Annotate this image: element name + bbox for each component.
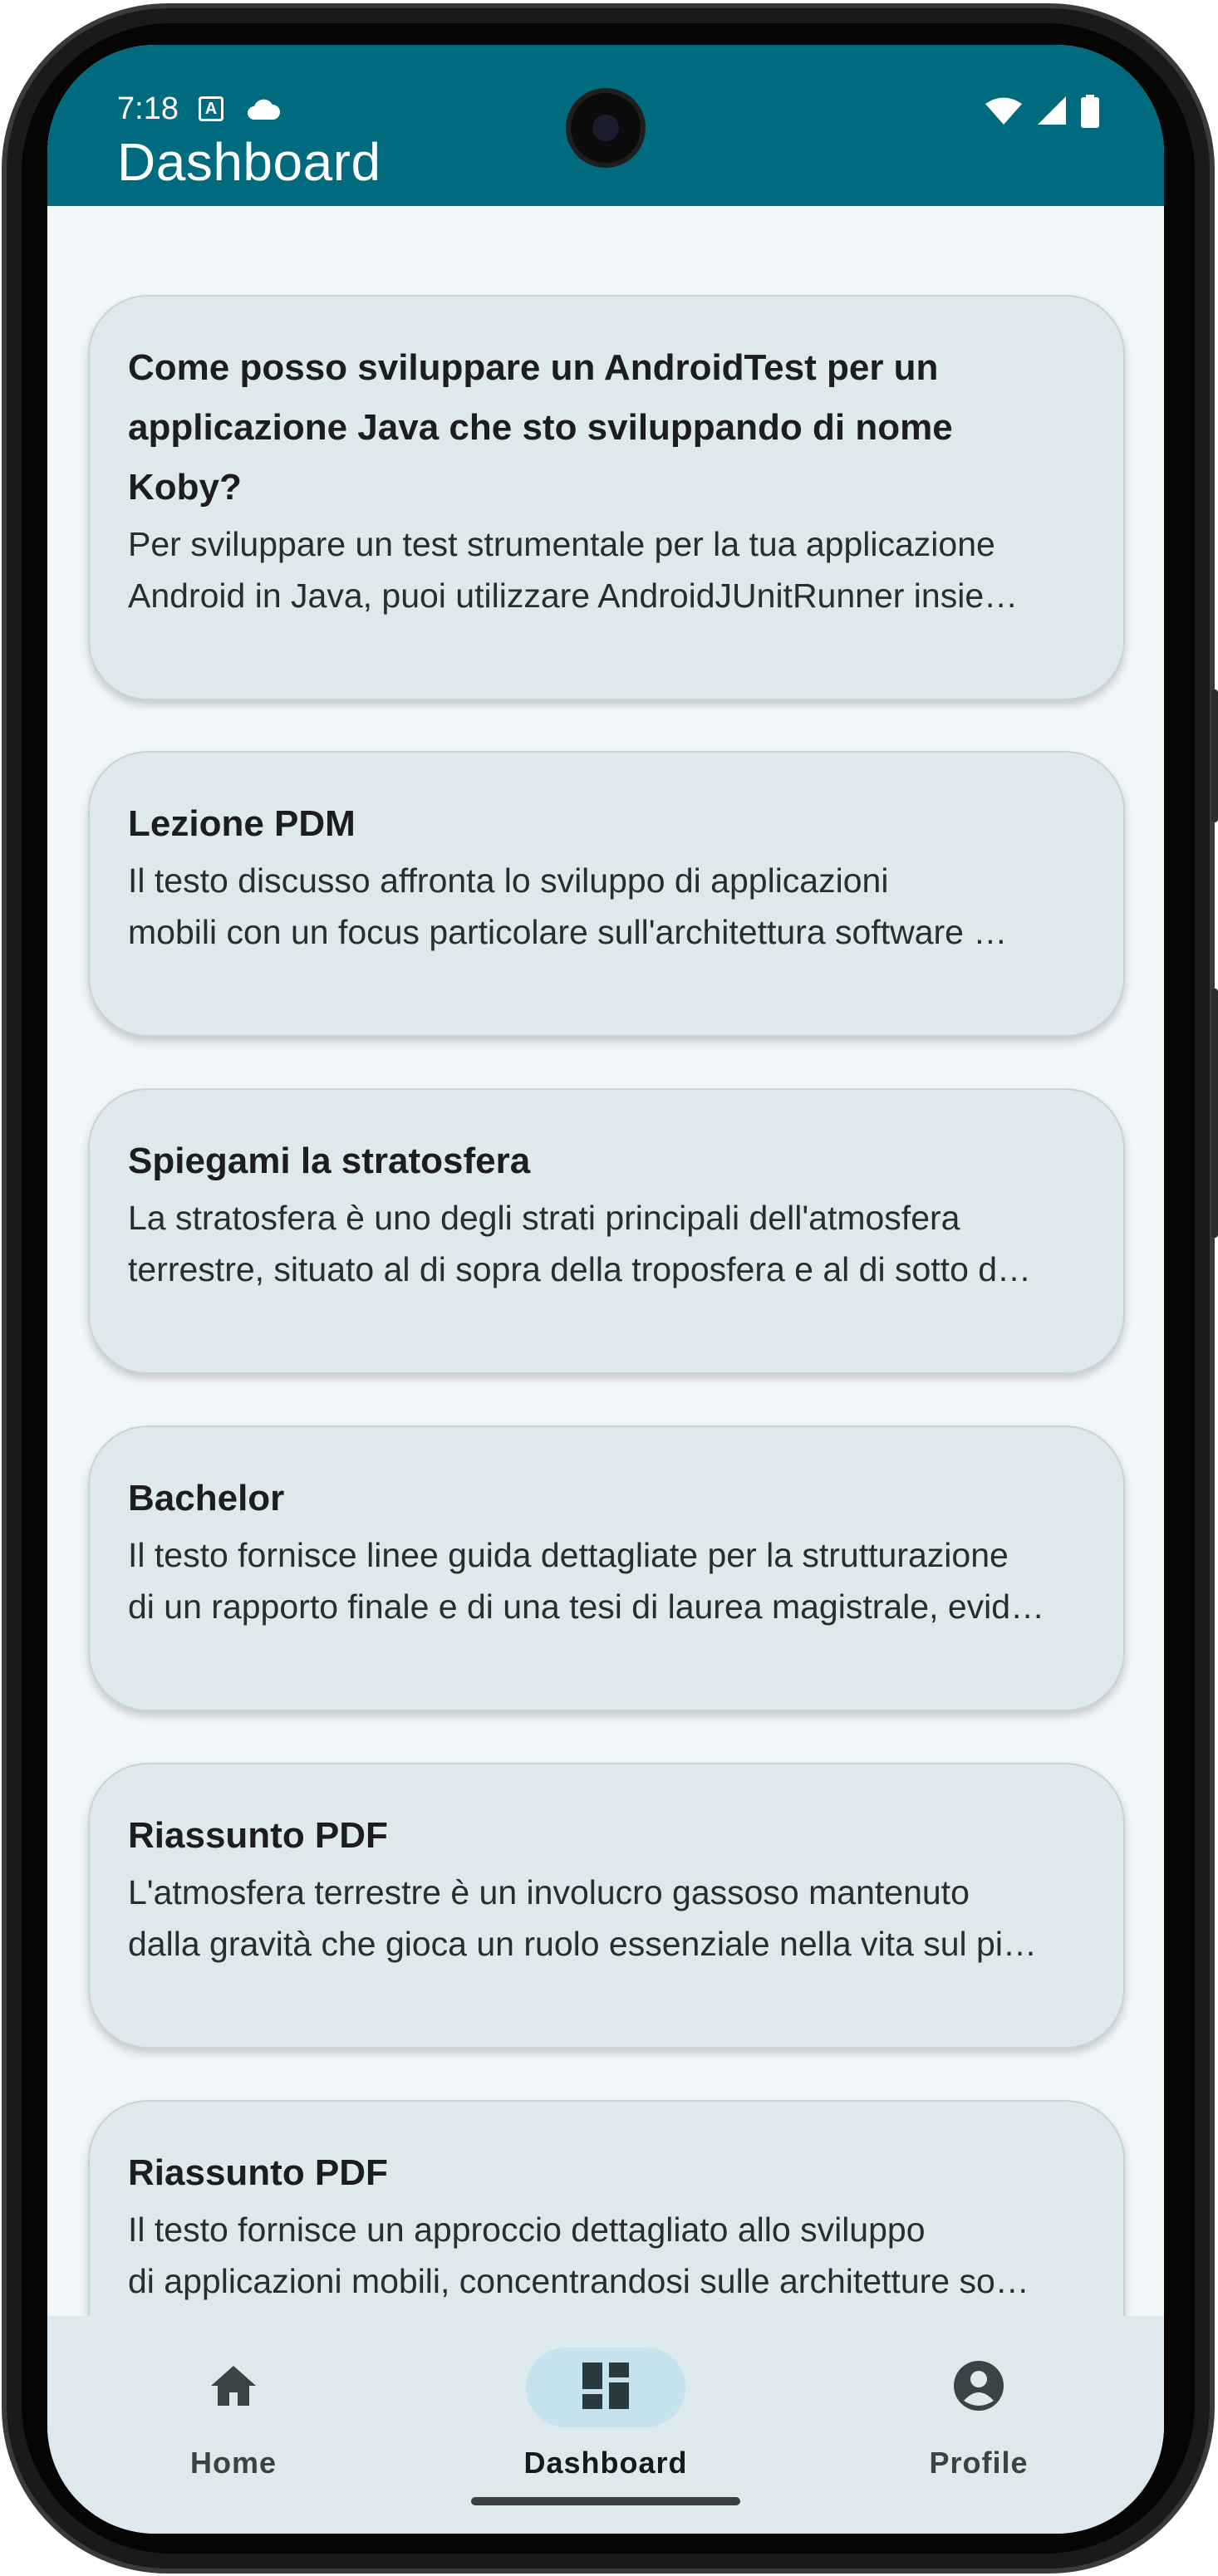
list-item[interactable]: Riassunto PDF Il testo fornisce un appro… <box>88 2100 1125 2316</box>
nav-active-indicator <box>526 2348 685 2427</box>
top-app-bar: 7:18 A Dashboard <box>47 45 1164 206</box>
keyboard-badge-icon: A <box>199 96 223 121</box>
list-item[interactable]: Riassunto PDF L'atmosfera terrestre è un… <box>88 1763 1125 2049</box>
status-icons <box>985 95 1099 132</box>
battery-icon <box>1081 95 1099 132</box>
gesture-handle[interactable] <box>471 2497 740 2505</box>
card-title: Come posso sviluppare un AndroidTest per… <box>128 347 953 508</box>
card-summary-line: L'atmosfera terrestre è un involucro gas… <box>128 1873 970 1911</box>
card-summary-line: Il testo fornisce un approccio dettaglia… <box>128 2210 926 2249</box>
conversation-list[interactable]: Come posso sviluppare un AndroidTest per… <box>47 206 1164 2316</box>
card-title: Riassunto PDF <box>128 2152 388 2193</box>
nav-item-dashboard[interactable]: Dashboard <box>481 2348 730 2480</box>
signal-icon <box>1036 96 1068 130</box>
card-summary-line: Per sviluppare un test strumentale per l… <box>128 525 995 563</box>
card-summary-line: La stratosfera è uno degli strati princi… <box>128 1199 960 1237</box>
card-summary-line: Android in Java, puoi utilizzare Android… <box>128 577 1019 615</box>
card-title: Lezione PDM <box>128 803 356 844</box>
home-icon <box>209 2364 258 2412</box>
card-summary-line: di un rapporto finale e di una tesi di l… <box>128 1587 1045 1626</box>
front-camera <box>566 88 646 168</box>
list-item[interactable]: Spiegami la stratosfera La stratosfera è… <box>88 1088 1125 1374</box>
cloud-icon <box>244 96 281 125</box>
bottom-navigation: Home Dashboard Profile <box>47 2316 1164 2534</box>
card-title: Bachelor <box>128 1478 285 1519</box>
wifi-icon <box>985 96 1023 130</box>
phone-screen: 7:18 A Dashboard Come posso sviluppare u… <box>47 45 1164 2534</box>
dashboard-icon <box>582 2362 629 2413</box>
card-summary-line: Il testo fornisce linee guida dettagliat… <box>128 1536 1009 1574</box>
nav-label-dashboard: Dashboard <box>523 2446 688 2480</box>
card-summary-line: di applicazioni mobili, concentrandosi s… <box>128 2262 1029 2300</box>
power-button <box>1211 689 1218 822</box>
list-item[interactable]: Lezione PDM Il testo discusso affronta l… <box>88 751 1125 1037</box>
account-circle-icon <box>952 2359 1005 2417</box>
list-item[interactable]: Bachelor Il testo fornisce linee guida d… <box>88 1425 1125 1711</box>
card-summary-line: mobili con un focus particolare sull'arc… <box>128 913 1008 951</box>
page-title: Dashboard <box>117 132 381 192</box>
status-time: 7:18 <box>117 91 179 126</box>
nav-item-home[interactable]: Home <box>109 2348 358 2480</box>
card-summary-line: dalla gravità che gioca un ruolo essenzi… <box>128 1925 1037 1963</box>
volume-button <box>1211 989 1218 1238</box>
nav-label-home: Home <box>189 2446 277 2480</box>
nav-item-profile[interactable]: Profile <box>854 2348 1103 2480</box>
card-title: Spiegami la stratosfera <box>128 1141 531 1181</box>
nav-label-profile: Profile <box>929 2446 1029 2480</box>
card-title: Riassunto PDF <box>128 1815 388 1856</box>
list-item[interactable]: Come posso sviluppare un AndroidTest per… <box>88 295 1125 700</box>
card-summary-line: terrestre, situato al di sopra della tro… <box>128 1250 1032 1288</box>
card-summary-line: Il testo discusso affronta lo sviluppo d… <box>128 861 889 900</box>
